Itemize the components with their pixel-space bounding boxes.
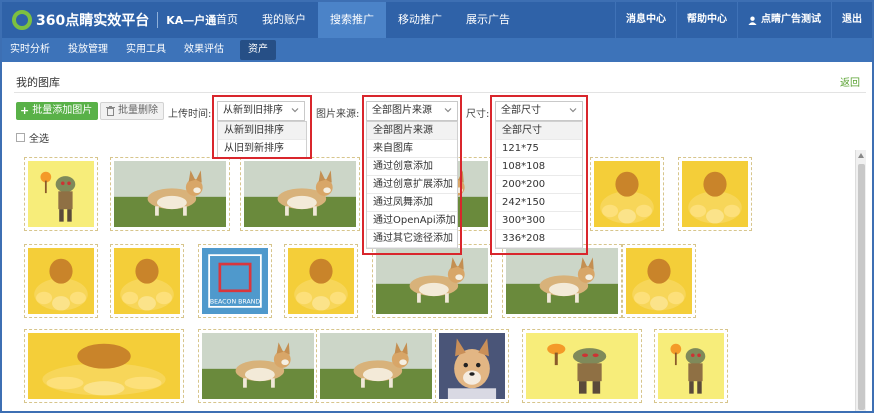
subnav-realtime-analysis[interactable]: 实时分析 xyxy=(2,38,58,62)
image-thumbnail[interactable] xyxy=(24,157,98,231)
image-thumbnail[interactable] xyxy=(240,157,360,231)
subnav-assets[interactable]: 资产 xyxy=(240,40,276,60)
upload-time-label: 上传时间: xyxy=(168,109,212,120)
plus-icon: + xyxy=(20,104,30,117)
scrollbar[interactable] xyxy=(855,150,866,411)
nav-mobile-promotion[interactable]: 移动推广 xyxy=(386,2,454,38)
checkbox-box xyxy=(16,133,25,142)
trash-icon xyxy=(106,106,115,116)
subnav-effect-evaluation[interactable]: 效果评估 xyxy=(176,38,232,62)
main-nav: 首页 我的账户 搜索推广 移动推广 展示广告 xyxy=(204,2,522,38)
sub-nav: 实时分析 投放管理 实用工具 效果评估 资产 xyxy=(2,38,872,62)
batch-add-label: 批量添加图片 xyxy=(32,105,93,116)
batch-delete-button[interactable]: 批量删除 xyxy=(100,102,164,120)
image-thumbnail[interactable] xyxy=(590,157,664,231)
subnav-tools[interactable]: 实用工具 xyxy=(118,38,174,62)
nav-my-account[interactable]: 我的账户 xyxy=(250,2,318,38)
nav-home[interactable]: 首页 xyxy=(204,2,250,38)
select-all-label: 全选 xyxy=(29,134,49,145)
logout-link[interactable]: 退出 xyxy=(831,2,872,38)
nav-display-ads[interactable]: 展示广告 xyxy=(454,2,522,38)
scroll-up-arrow-icon[interactable] xyxy=(858,153,864,158)
image-thumbnail[interactable] xyxy=(654,329,728,403)
image-thumbnail[interactable] xyxy=(284,244,358,318)
logo-divider xyxy=(157,12,159,28)
batch-add-images-button[interactable]: + 批量添加图片 xyxy=(16,102,99,120)
select-all-checkbox[interactable]: 全选 xyxy=(16,130,49,145)
app-frame: 360点睛实效平台 KA—户通 首页 我的账户 搜索推广 移动推广 展示广告 消… xyxy=(0,0,874,413)
right-nav: 消息中心 帮助中心 点睛广告测试 退出 xyxy=(615,2,872,38)
image-thumbnail[interactable] xyxy=(522,329,642,403)
help-center-link[interactable]: 帮助中心 xyxy=(676,2,737,38)
scrollbar-thumb[interactable] xyxy=(858,164,865,410)
image-thumbnail[interactable]: BEACON BRAND xyxy=(198,244,272,318)
highlight-box-size xyxy=(490,95,588,255)
image-thumbnail[interactable] xyxy=(24,329,184,403)
user-name: 点睛广告测试 xyxy=(761,14,821,25)
size-label: 尺寸: xyxy=(466,109,490,120)
logo-text: 360点睛实效平台 xyxy=(36,13,150,29)
image-source-label: 图片来源: xyxy=(316,109,360,120)
subnav-delivery-management[interactable]: 投放管理 xyxy=(60,38,116,62)
image-thumbnail[interactable] xyxy=(110,244,184,318)
nav-search-promotion[interactable]: 搜索推广 xyxy=(318,2,386,38)
image-thumbnail[interactable] xyxy=(372,244,492,318)
user-icon xyxy=(748,16,757,25)
highlight-box-upload-time xyxy=(212,95,312,159)
page-title: 我的图库 xyxy=(16,76,60,89)
highlight-box-image-source xyxy=(362,95,462,255)
image-thumbnail[interactable] xyxy=(502,244,622,318)
top-header: 360点睛实效平台 KA—户通 首页 我的账户 搜索推广 移动推广 展示广告 消… xyxy=(2,2,872,38)
logo-ring-icon xyxy=(12,10,32,30)
message-center-link[interactable]: 消息中心 xyxy=(615,2,676,38)
user-account-link[interactable]: 点睛广告测试 xyxy=(737,2,831,38)
image-thumbnail[interactable] xyxy=(198,329,318,403)
image-thumbnail[interactable] xyxy=(678,157,752,231)
image-thumbnail[interactable] xyxy=(24,244,98,318)
thumbnail-logo-text: BEACON BRAND xyxy=(210,298,261,305)
logo[interactable]: 360点睛实效平台 KA—户通 xyxy=(12,8,216,32)
back-link[interactable]: 返回 xyxy=(840,74,860,89)
image-thumbnail[interactable] xyxy=(435,329,509,403)
image-thumbnail[interactable] xyxy=(622,244,696,318)
image-thumbnail[interactable] xyxy=(316,329,436,403)
batch-delete-label: 批量删除 xyxy=(118,105,158,116)
image-thumbnail[interactable] xyxy=(110,157,230,231)
title-divider xyxy=(14,92,866,93)
